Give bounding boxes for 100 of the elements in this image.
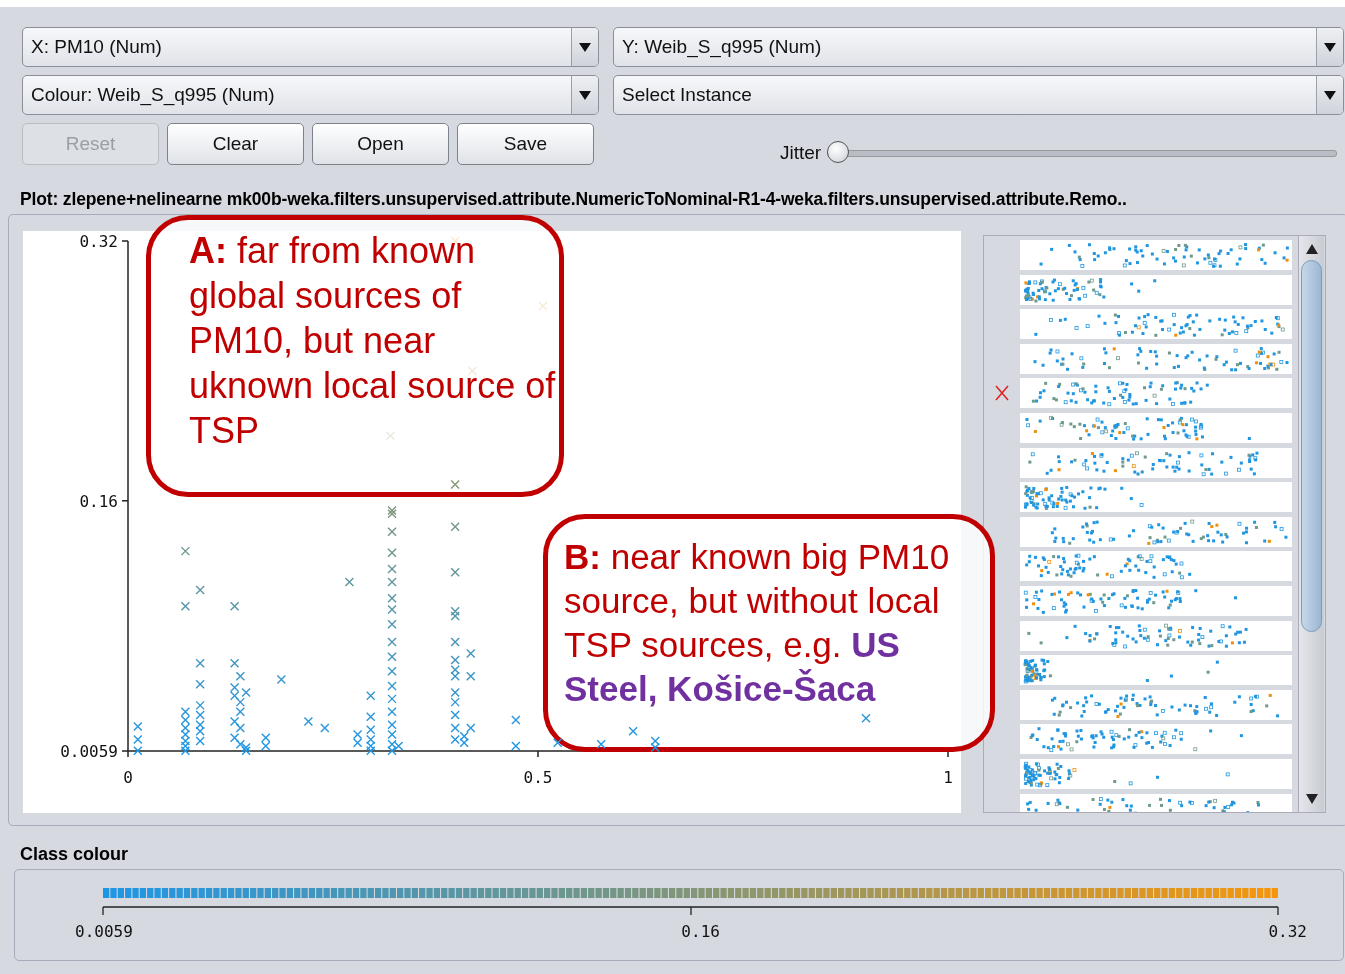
data-point [133, 746, 143, 756]
dropdown[interactable]: Select Instance [613, 75, 1344, 115]
scale-label: 0.16 [681, 922, 720, 941]
scroll-up-icon[interactable] [1305, 244, 1318, 254]
data-point [133, 734, 143, 745]
data-point [352, 729, 363, 740]
data-point [387, 564, 397, 574]
data-point [387, 593, 397, 603]
attribute-strip[interactable] [1020, 482, 1292, 513]
attribute-strip[interactable] [1020, 516, 1292, 547]
data-point [229, 716, 240, 727]
data-point [195, 720, 205, 730]
data-point [387, 694, 397, 704]
attribute-strip[interactable] [1020, 309, 1292, 340]
data-point [387, 505, 397, 516]
data-point [387, 619, 397, 629]
y-tick-label: 0.32 [79, 232, 118, 251]
attribute-strip[interactable] [1020, 585, 1292, 616]
data-point [552, 738, 563, 748]
data-point [466, 723, 476, 733]
attribute-strip[interactable] [1020, 240, 1292, 270]
class-colour-title: Class colour [20, 844, 130, 865]
data-point [366, 746, 376, 756]
attribute-strip[interactable] [1020, 689, 1292, 720]
data-point [650, 736, 660, 746]
data-point [393, 741, 404, 751]
dropdown-arrow-icon [579, 42, 591, 52]
callout-text: B: near known big PM10 source, but without local TSP sources, e.g. US Steel, Košice-Šaca [564, 536, 951, 710]
jitter-label: Jitter [780, 142, 822, 164]
data-point [450, 734, 460, 745]
data-point [450, 606, 460, 616]
data-point [229, 733, 240, 743]
data-point [459, 731, 469, 741]
attribute-strip[interactable] [1020, 620, 1292, 651]
data-point [235, 697, 246, 707]
data-point [241, 746, 251, 756]
data-point [180, 707, 191, 717]
data-point [180, 546, 191, 556]
attribute-strip[interactable] [1020, 724, 1292, 755]
y-tick-label: 0.16 [79, 491, 118, 511]
data-point [450, 567, 460, 577]
data-point [387, 604, 397, 615]
data-point [387, 746, 397, 756]
toolbar-button[interactable]: Clear [167, 123, 304, 165]
x-tick-label: 1 [943, 768, 953, 787]
data-point [195, 679, 205, 689]
attribute-strip[interactable] [1020, 378, 1292, 409]
data-point [450, 671, 460, 681]
dropdown[interactable]: X: PM10 (Num) [22, 27, 599, 67]
toolbar-button[interactable]: Open [312, 123, 449, 165]
data-point [387, 548, 397, 558]
attribute-strip[interactable] [1020, 274, 1292, 305]
attribute-strip[interactable] [1020, 655, 1292, 686]
data-point [366, 741, 376, 751]
data-point [241, 742, 251, 753]
data-point [450, 611, 460, 621]
jitter-slider[interactable] [827, 141, 1338, 165]
data-point [195, 710, 205, 720]
attribute-strip[interactable] [1020, 412, 1292, 443]
data-point [366, 725, 376, 735]
data-point [235, 707, 246, 717]
data-point [180, 729, 191, 740]
scrollbar-thumb[interactable] [1301, 260, 1322, 632]
dropdown[interactable]: Colour: Weib_S_q995 (Num) [22, 75, 599, 115]
data-point [387, 526, 397, 537]
toolbar-button[interactable]: Save [457, 123, 594, 165]
attribute-strip[interactable] [1020, 343, 1292, 374]
data-point [133, 721, 143, 732]
data-point [366, 690, 376, 701]
data-point [387, 739, 397, 750]
data-point [195, 726, 205, 737]
data-point [628, 726, 638, 737]
attribute-strip[interactable] [1020, 447, 1292, 478]
slider-thumb[interactable] [827, 141, 850, 163]
data-point [180, 601, 191, 612]
x-tick-label: 0 [123, 768, 133, 787]
data-point [450, 522, 460, 532]
scale-label: 0.0059 [75, 922, 133, 941]
data-point [352, 738, 363, 748]
data-point [387, 509, 397, 519]
scroll-down-icon[interactable] [1305, 794, 1318, 804]
callout-text: A: far from known global sources of PM10, but near uknown local source of TSP [189, 229, 557, 453]
data-point [459, 738, 469, 748]
data-point [180, 723, 191, 733]
attribute-strip[interactable] [1020, 758, 1292, 789]
data-point [450, 655, 460, 665]
scrollbar[interactable] [1298, 236, 1324, 812]
dropdown[interactable]: Y: Weib_S_q995 (Num) [613, 27, 1344, 67]
data-point [195, 585, 205, 595]
data-point [387, 666, 397, 676]
data-point [387, 707, 397, 717]
data-point [596, 739, 606, 750]
data-point [276, 674, 287, 685]
data-point [235, 671, 246, 681]
data-point [366, 734, 376, 745]
data-point [450, 637, 460, 647]
data-point [180, 715, 191, 725]
attribute-strip[interactable] [1020, 551, 1292, 582]
data-point [450, 710, 460, 720]
data-point [261, 733, 271, 743]
